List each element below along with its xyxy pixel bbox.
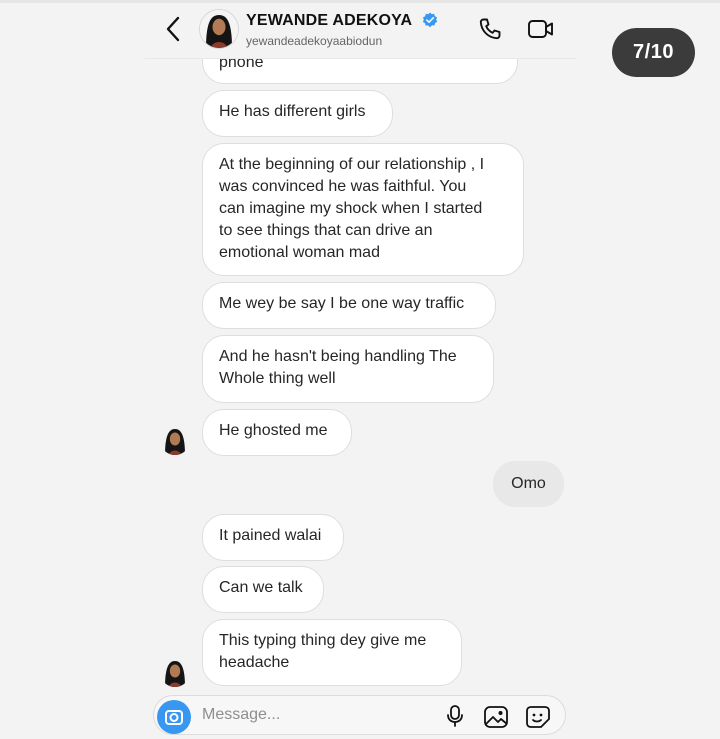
call-icon[interactable] xyxy=(478,17,502,41)
message-bubble-incoming: He ghosted me xyxy=(202,409,352,456)
camera-icon xyxy=(165,710,183,725)
contact-username: yewandeadekoyaabiodun xyxy=(246,34,383,48)
contact-avatar xyxy=(160,657,190,687)
chat-header: YEWANDE ADEKOYA yewandeadekoyaabiodun xyxy=(145,3,577,59)
message-bubble-incoming: This typing thing dey give me headache xyxy=(202,619,462,686)
message-bubble-incoming: It pained walai xyxy=(202,514,344,561)
message-bubble-outgoing: Omo xyxy=(493,461,564,507)
sticker-icon[interactable] xyxy=(525,705,551,729)
mic-icon[interactable] xyxy=(444,704,466,728)
message-bubble-incoming: Me wey be say I be one way traffic xyxy=(202,282,496,329)
verified-icon xyxy=(422,12,438,28)
message-bubble-incoming: At the beginning of our relationship , I… xyxy=(202,143,524,276)
message-bubble-incoming: Can we talk xyxy=(202,566,324,613)
gallery-icon[interactable] xyxy=(483,705,509,729)
message-input[interactable] xyxy=(202,706,422,724)
camera-button[interactable] xyxy=(157,700,191,734)
message-bubble-incoming: He has different girls xyxy=(202,90,393,137)
back-icon[interactable] xyxy=(162,15,186,43)
contact-avatar xyxy=(160,425,190,455)
header-avatar[interactable] xyxy=(199,9,239,49)
message-bubble-incoming: And he hasn't being handling The Whole t… xyxy=(202,335,494,403)
slide-counter: 7/10 xyxy=(612,28,695,77)
contact-name[interactable]: YEWANDE ADEKOYA xyxy=(246,12,412,30)
video-call-icon[interactable] xyxy=(527,17,555,41)
message-composer xyxy=(153,695,566,735)
